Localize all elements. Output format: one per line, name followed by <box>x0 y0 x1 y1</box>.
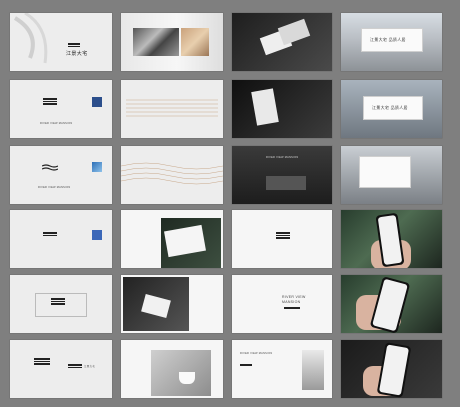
phone-mockup <box>376 342 412 398</box>
leaf-shadow-illustration <box>13 13 48 64</box>
poster-tagline: RIVER VIEW MANSION <box>240 352 273 355</box>
card-r1c3-business-card <box>232 13 332 71</box>
phone-screen <box>377 214 403 266</box>
card-r1c1-leaf-shadow: 江景大宅 <box>10 13 112 71</box>
card-r4c3-banner <box>232 210 332 268</box>
card-r5c4-phone <box>341 275 442 333</box>
card-r2c2-lines <box>121 80 223 138</box>
phone-screen <box>378 344 410 396</box>
card-r5c2-desk <box>121 275 223 333</box>
card-mockup-image-back <box>277 18 311 46</box>
wave-pattern <box>121 162 223 185</box>
billboard-text: 江景大宅 品质人居 <box>370 37 406 42</box>
brand-tagline: RIVER VIEW MANSION <box>40 122 73 125</box>
card-r4c2-envelope <box>121 210 223 268</box>
card-r6c2-cup <box>121 340 223 398</box>
brand-logo-icon <box>34 358 50 366</box>
color-swatch <box>92 162 102 172</box>
card-r6c4-phone <box>341 340 442 398</box>
brand-title-small: 江景大宅 <box>84 365 96 368</box>
metal-texture-image <box>133 28 179 56</box>
card-r3c3-interior: RIVER VIEW MANSION <box>232 146 332 204</box>
accent-bar <box>284 307 300 309</box>
card-r4c4-phone <box>341 210 442 268</box>
brand-tagline: RIVER VIEW MANSION <box>38 186 71 189</box>
brand-logo-icon-small <box>68 364 82 369</box>
card-r3c2-waves <box>121 146 223 204</box>
brand-logo-icon <box>43 98 57 106</box>
card-r3c4-billboard-street <box>341 146 442 204</box>
color-swatch <box>92 97 102 107</box>
brand-title: 江景大宅 <box>66 51 88 57</box>
billboard-sign: 江景大宅 品质人居 <box>361 28 423 52</box>
line-pattern <box>126 99 218 117</box>
card-r5c3-ribbon: RIVER VIEW MANSION <box>232 275 332 333</box>
accent-bar <box>240 364 252 366</box>
billboard-sign <box>359 156 411 188</box>
gold-texture-image <box>181 28 209 56</box>
card-r6c1-logo-lockup: 江景大宅 <box>10 340 112 398</box>
wave-logo-icon <box>42 164 58 171</box>
hero-line-1: RIVER VIEW <box>282 295 306 299</box>
cup-image <box>179 372 195 384</box>
card-r2c4-billboard: 江景大宅 品质人居 <box>341 80 442 138</box>
brand-logo-icon <box>276 232 290 240</box>
figure-image <box>302 350 324 390</box>
card-r5c1-signage <box>10 275 112 333</box>
sofa-image <box>266 176 306 190</box>
brand-logo-icon <box>43 232 57 237</box>
card-r6c3-poster: RIVER VIEW MANSION <box>232 340 332 398</box>
card-r1c4-billboard: 江景大宅 品质人居 <box>341 13 442 71</box>
billboard-sign: 江景大宅 品质人居 <box>363 96 423 120</box>
hero-line-2: MANSION <box>282 300 301 304</box>
card-r4c1-logo-flag <box>10 210 112 268</box>
mockup-grid: 江景大宅 江景大宅 品质人居 RIVER VIEW MANSION 江景大宅 品… <box>0 0 460 407</box>
brand-logo-icon <box>68 43 80 48</box>
brand-logo-icon <box>51 298 65 306</box>
phone-screen <box>372 278 408 332</box>
billboard-text: 江景大宅 品质人居 <box>372 105 408 110</box>
card-r2c3-hangtag <box>232 80 332 138</box>
card-r3c1-logo-wave: RIVER VIEW MANSION <box>10 146 112 204</box>
phone-mockup <box>369 276 411 333</box>
card-r2c1-logo-variant: RIVER VIEW MANSION <box>10 80 112 138</box>
interior-title: RIVER VIEW MANSION <box>266 156 299 159</box>
card-r1c2-metal <box>121 13 223 71</box>
hangtag-image <box>251 88 279 126</box>
color-swatch <box>92 230 102 240</box>
